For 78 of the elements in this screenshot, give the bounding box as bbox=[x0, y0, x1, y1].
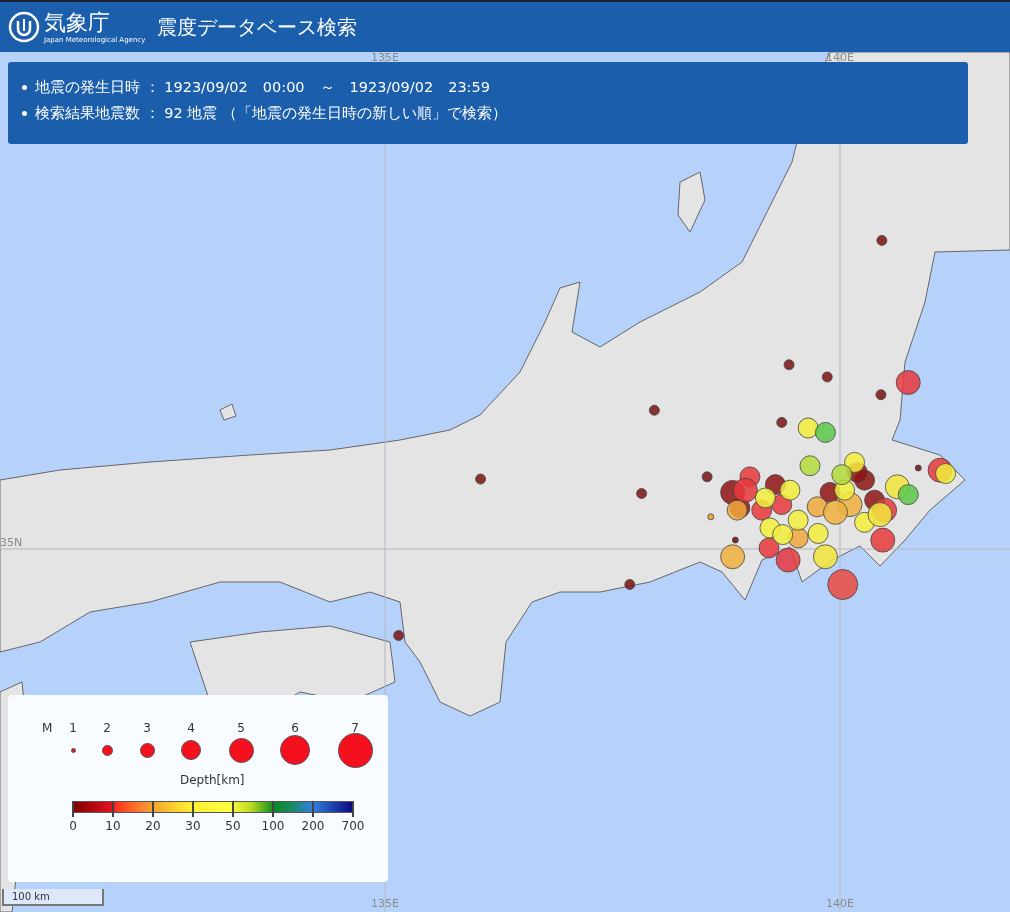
tick-mark bbox=[192, 801, 194, 817]
longitude-label: 135E bbox=[371, 52, 399, 64]
bullet-icon bbox=[22, 84, 27, 90]
magnitude-value: 3 bbox=[143, 721, 151, 735]
earthquake-marker[interactable] bbox=[831, 464, 853, 486]
depth-tick-label: 20 bbox=[145, 819, 161, 833]
scale-bar: 100 km bbox=[2, 889, 104, 906]
longitude-label: 135E bbox=[371, 898, 399, 910]
earthquake-marker[interactable] bbox=[720, 544, 745, 570]
depth-tick-label: 200 bbox=[301, 819, 325, 833]
earthquake-marker[interactable] bbox=[731, 536, 739, 544]
island-drawing bbox=[677, 171, 706, 233]
earthquake-marker[interactable] bbox=[870, 527, 896, 553]
magnitude-value: 4 bbox=[187, 721, 195, 735]
earthquake-marker[interactable] bbox=[772, 524, 794, 545]
earthquake-marker[interactable] bbox=[876, 235, 888, 246]
agency-name: 気象庁 bbox=[44, 10, 111, 35]
magnitude-value: 1 bbox=[69, 721, 77, 735]
tick-mark bbox=[352, 801, 354, 817]
earthquake-marker[interactable] bbox=[875, 389, 887, 401]
earthquake-marker[interactable] bbox=[844, 452, 865, 473]
magnitude-label: M bbox=[42, 721, 53, 735]
earthquake-marker[interactable] bbox=[867, 502, 893, 527]
earthquake-marker[interactable] bbox=[827, 569, 859, 600]
earthquake-marker[interactable] bbox=[475, 473, 486, 485]
depth-tick-label: 30 bbox=[185, 819, 201, 833]
earthquake-marker[interactable] bbox=[834, 479, 855, 501]
island-drawing bbox=[219, 403, 237, 421]
earthquake-marker[interactable] bbox=[732, 477, 758, 503]
earthquake-marker[interactable] bbox=[648, 404, 660, 416]
earthquake-marker[interactable] bbox=[799, 455, 821, 477]
tick-mark bbox=[232, 801, 234, 817]
earthquake-marker[interactable] bbox=[797, 417, 819, 439]
depth-tick-label: 10 bbox=[105, 819, 121, 833]
earthquake-marker[interactable] bbox=[783, 359, 795, 371]
earthquake-marker[interactable] bbox=[895, 370, 921, 395]
summary-text: 検索結果地震数 ： 92 地震 （「地震の発生日時の新しい順」で検索） bbox=[35, 104, 507, 123]
latitude-label: 35N bbox=[0, 537, 23, 549]
earthquake-marker[interactable] bbox=[815, 422, 836, 443]
earthquake-marker[interactable] bbox=[807, 523, 829, 544]
depth-tick-label: 700 bbox=[341, 819, 365, 833]
earthquake-marker[interactable] bbox=[776, 417, 788, 428]
magnitude-value: 6 bbox=[291, 721, 299, 735]
tick-mark bbox=[112, 801, 114, 817]
earthquake-marker[interactable] bbox=[701, 471, 713, 483]
magnitude-value: 5 bbox=[237, 721, 245, 735]
earthquake-marker[interactable] bbox=[755, 487, 776, 509]
depth-tick-label: 50 bbox=[225, 819, 241, 833]
tick-mark bbox=[312, 801, 314, 817]
earthquake-marker[interactable] bbox=[758, 537, 780, 559]
earthquake-marker[interactable] bbox=[806, 496, 828, 518]
earthquake-marker[interactable] bbox=[775, 547, 801, 573]
magnitude-value: 2 bbox=[103, 721, 111, 735]
earthquake-marker[interactable] bbox=[935, 463, 956, 484]
depth-tick-label: 0 bbox=[69, 819, 77, 833]
bullet-icon bbox=[22, 110, 27, 116]
earthquake-marker[interactable] bbox=[779, 479, 801, 501]
longitude-label: 140E bbox=[826, 898, 854, 910]
longitude-label: 140E bbox=[826, 52, 854, 64]
earthquake-marker[interactable] bbox=[787, 509, 809, 531]
summary-text: 地震の発生日時 ： 1923/09/02 00:00 ～ 1923/09/02 23:59 bbox=[35, 78, 490, 97]
earthquake-marker[interactable] bbox=[707, 513, 715, 521]
logo-icon bbox=[8, 11, 40, 43]
earthquake-marker[interactable] bbox=[624, 579, 636, 590]
tick-mark bbox=[152, 801, 154, 817]
earthquake-marker[interactable] bbox=[636, 488, 647, 499]
depth-title: Depth[km] bbox=[180, 773, 245, 787]
tick-mark bbox=[72, 801, 74, 817]
earthquake-marker[interactable] bbox=[914, 464, 922, 472]
earthquake-marker[interactable] bbox=[813, 544, 838, 570]
magnitude-value: 7 bbox=[351, 721, 359, 735]
page-title: 震度データベース検索 bbox=[157, 14, 358, 41]
earthquake-marker[interactable] bbox=[393, 630, 405, 641]
earthquake-marker[interactable] bbox=[897, 484, 919, 505]
earthquake-marker[interactable] bbox=[823, 499, 848, 525]
depth-tick-label: 100 bbox=[261, 819, 285, 833]
earthquake-marker[interactable] bbox=[821, 371, 833, 383]
tick-mark bbox=[272, 801, 274, 817]
